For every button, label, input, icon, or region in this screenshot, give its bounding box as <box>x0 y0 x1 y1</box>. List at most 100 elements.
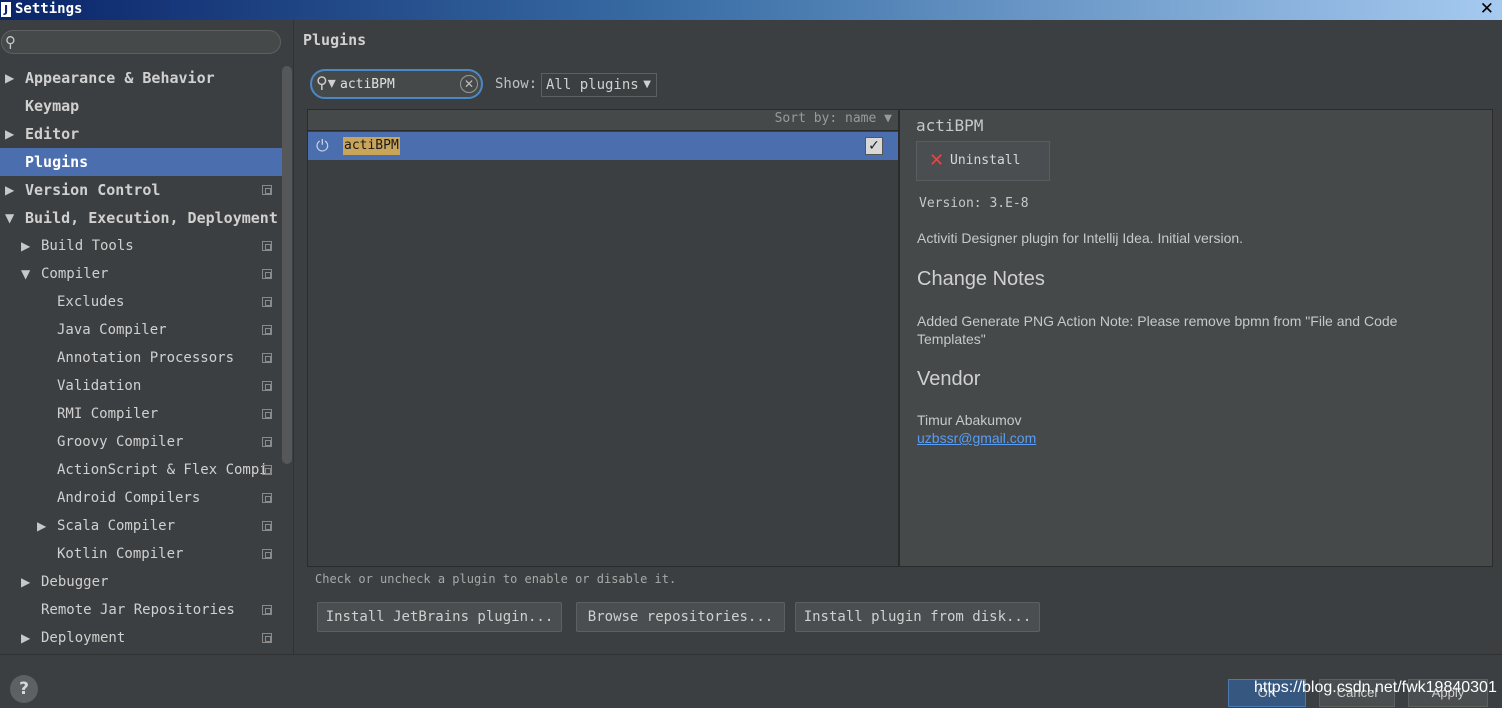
help-icon[interactable]: ? <box>10 675 38 703</box>
project-settings-icon <box>262 353 272 363</box>
collapsed-arrow-icon[interactable]: ▶ <box>21 568 30 596</box>
sidebar-item-deployment[interactable]: ▶ Deployment <box>0 624 294 652</box>
window-title: Settings <box>15 1 83 17</box>
sidebar-item-label: Kotlin Compiler <box>57 546 184 562</box>
project-settings-icon <box>262 633 272 643</box>
sidebar-item-label: Plugins <box>25 153 89 171</box>
sidebar-item-label: Groovy Compiler <box>57 434 184 450</box>
sort-by-dropdown[interactable]: Sort by: name ▼ <box>775 111 892 126</box>
plugin-version: Version: 3.E-8 <box>919 196 1029 211</box>
sidebar-item-appearance-behavior[interactable]: ▶ Appearance & Behavior <box>0 64 294 92</box>
search-icon[interactable]: ⚲ <box>5 33 16 51</box>
sidebar-item-build-tools[interactable]: ▶ Build Tools <box>0 232 294 260</box>
project-settings-icon <box>262 465 272 475</box>
plugin-detail-panel: actiBPM ✕ Uninstall Version: 3.E-8 Activ… <box>899 109 1493 567</box>
project-settings-icon <box>262 605 272 615</box>
sidebar-item-label: Excludes <box>57 294 125 310</box>
project-settings-icon <box>262 241 272 251</box>
project-settings-icon <box>262 269 272 279</box>
show-label: Show: <box>495 76 538 92</box>
collapsed-arrow-icon[interactable]: ▶ <box>5 120 14 148</box>
project-settings-icon <box>262 549 272 559</box>
sidebar-item-editor[interactable]: ▶ Editor <box>0 120 294 148</box>
change-notes-text: Added Generate PNG Action Note: Please r… <box>917 313 1398 347</box>
chevron-down-icon: ▼ <box>643 79 651 90</box>
uninstall-x-icon: ✕ <box>929 150 945 171</box>
project-settings-icon <box>262 409 272 419</box>
sidebar-item-android-compilers[interactable]: Android Compilers <box>0 484 294 512</box>
install-jetbrains-plugin-button[interactable]: Install JetBrains plugin... <box>317 602 562 632</box>
sidebar-item-annotation-processors[interactable]: Annotation Processors <box>0 344 294 372</box>
collapsed-arrow-icon[interactable]: ▶ <box>21 624 30 652</box>
sidebar-item-scala-compiler[interactable]: ▶ Scala Compiler <box>0 512 294 540</box>
sidebar-item-groovy-compiler[interactable]: Groovy Compiler <box>0 428 294 456</box>
sidebar-item-keymap[interactable]: Keymap <box>0 92 294 120</box>
sidebar-item-excludes[interactable]: Excludes <box>0 288 294 316</box>
collapsed-arrow-icon[interactable]: ▶ <box>21 232 30 260</box>
project-settings-icon <box>262 437 272 447</box>
sidebar-item-label: Build, Execution, Deployment <box>25 209 278 227</box>
plugin-list-header: Sort by: name ▼ <box>308 110 898 131</box>
sidebar-scrollbar[interactable] <box>282 66 292 464</box>
project-settings-icon <box>262 325 272 335</box>
sidebar-item-compiler[interactable]: ▼ Compiler <box>0 260 294 288</box>
sidebar-item-label: Version Control <box>25 181 161 199</box>
project-settings-icon <box>262 185 272 195</box>
search-icon[interactable]: ⚲▾ <box>316 73 336 92</box>
sidebar-item-kotlin-compiler[interactable]: Kotlin Compiler <box>0 540 294 568</box>
settings-tree: ▶ Appearance & Behavior Keymap ▶ Editor Plugi… <box>0 64 294 652</box>
sidebar-item-label: Deployment <box>41 630 126 646</box>
show-filter-value: All plugins <box>546 77 639 93</box>
collapsed-arrow-icon[interactable]: ▶ <box>5 64 14 92</box>
plugin-search-field[interactable]: ⚲▾ ✕ <box>310 69 483 99</box>
plugin-detail-name: actiBPM <box>916 116 984 135</box>
expanded-arrow-icon[interactable]: ▼ <box>21 260 30 288</box>
project-settings-icon <box>262 521 272 531</box>
sidebar-item-label: Keymap <box>25 97 80 115</box>
sidebar-item-debugger[interactable]: ▶ Debugger <box>0 568 294 596</box>
expanded-arrow-icon[interactable]: ▼ <box>5 204 14 232</box>
sidebar-item-label: Debugger <box>41 574 109 590</box>
show-filter-dropdown[interactable]: All plugins ▼ <box>541 73 657 97</box>
sidebar-item-label: Remote Jar Repositories <box>41 602 235 618</box>
project-settings-icon <box>262 493 272 503</box>
vendor-name: Timur Abakumov <box>917 412 1022 428</box>
plugin-hint-text: Check or uncheck a plugin to enable or d… <box>315 572 677 586</box>
sidebar-item-label: Android Compilers <box>57 490 201 506</box>
project-settings-icon <box>262 297 272 307</box>
sidebar-item-rmi-compiler[interactable]: RMI Compiler <box>0 400 294 428</box>
plugin-search-input[interactable] <box>340 74 460 94</box>
sidebar-item-build-execution-deployment[interactable]: ▼ Build, Execution, Deployment <box>0 204 294 232</box>
plugin-enable-checkbox[interactable]: ✓ <box>865 137 883 155</box>
sidebar-item-version-control[interactable]: ▶ Version Control <box>0 176 294 204</box>
change-notes-heading: Change Notes <box>917 268 1045 290</box>
sidebar-item-java-compiler[interactable]: Java Compiler <box>0 316 294 344</box>
watermark-text: https://blog.csdn.net/fwk19840301 <box>1254 679 1497 696</box>
settings-search-field[interactable]: ⚲ <box>1 30 281 54</box>
window-title-bar: J Settings ✕ <box>0 0 1502 20</box>
install-from-disk-button[interactable]: Install plugin from disk... <box>795 602 1040 632</box>
sidebar-item-remote-jar-repositories[interactable]: Remote Jar Repositories <box>0 596 294 624</box>
uninstall-label: Uninstall <box>950 153 1021 168</box>
sidebar-item-label: RMI Compiler <box>57 406 159 422</box>
vendor-email-link[interactable]: uzbssr@gmail.com <box>917 430 1036 446</box>
sidebar-item-plugins[interactable]: Plugins <box>0 148 292 176</box>
intellij-icon: J <box>1 2 11 17</box>
browse-repositories-button[interactable]: Browse repositories... <box>576 602 785 632</box>
sidebar-item-actionscript-flex-compi[interactable]: ActionScript & Flex Compi <box>0 456 294 484</box>
plugin-list: Sort by: name ▼ ⏻ actiBPM ✓ <box>307 109 899 567</box>
plugin-name: actiBPM <box>343 137 400 155</box>
plugin-row[interactable]: ⏻ actiBPM ✓ <box>308 132 898 160</box>
settings-sidebar: ⚲ ▶ Appearance & Behavior Keymap ▶ Editor Plu… <box>0 20 294 654</box>
collapsed-arrow-icon[interactable]: ▶ <box>5 176 14 204</box>
collapsed-arrow-icon[interactable]: ▶ <box>37 512 46 540</box>
uninstall-button[interactable]: ✕ Uninstall <box>916 141 1050 181</box>
sidebar-item-validation[interactable]: Validation <box>0 372 294 400</box>
sidebar-item-label: Annotation Processors <box>57 350 235 366</box>
sidebar-item-label: Java Compiler <box>57 322 167 338</box>
page-title: Plugins <box>303 31 367 49</box>
project-settings-icon <box>262 381 272 391</box>
sidebar-item-label: Editor <box>25 125 80 143</box>
close-icon[interactable]: ✕ <box>1480 0 1494 18</box>
clear-search-icon[interactable]: ✕ <box>460 75 478 93</box>
